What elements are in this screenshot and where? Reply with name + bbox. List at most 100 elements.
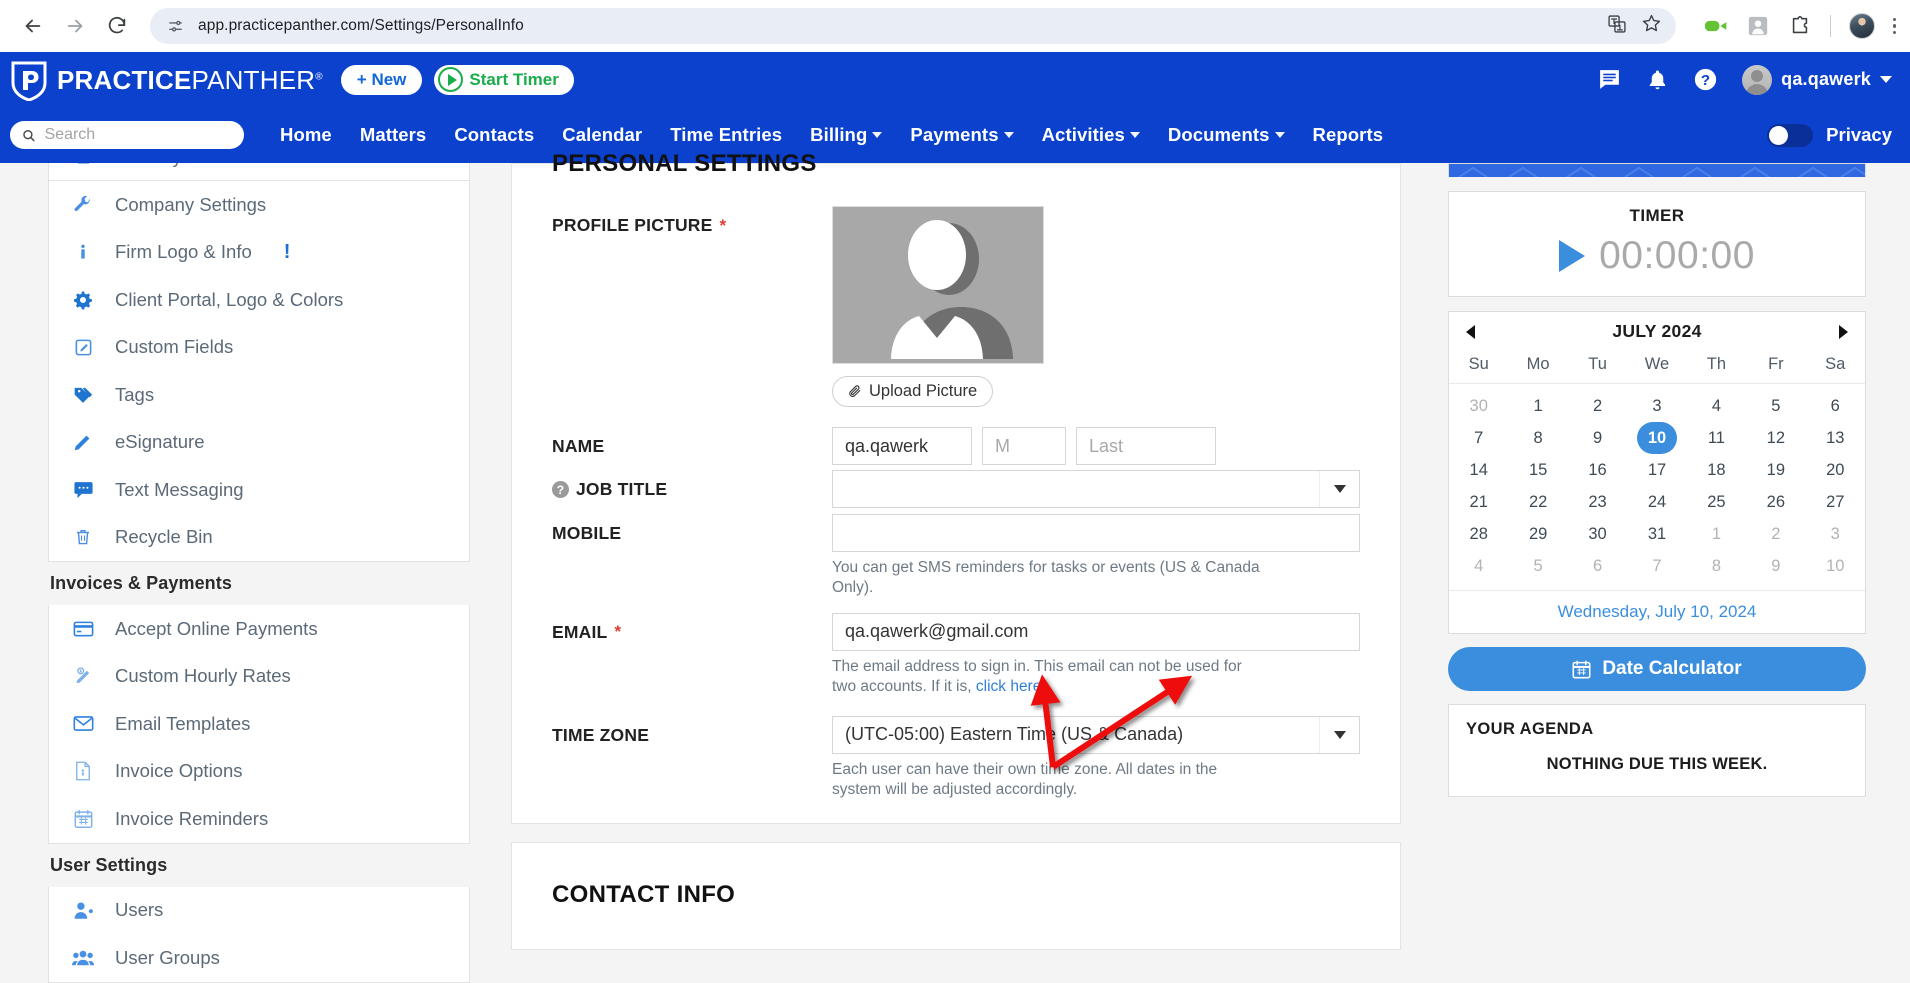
job-title-select[interactable]: [832, 470, 1360, 508]
calendar-day[interactable]: 9: [1568, 422, 1627, 454]
middle-name-input[interactable]: [982, 427, 1066, 465]
sidebar-item-text-messaging[interactable]: Text Messaging: [49, 466, 469, 514]
video-recorder-extension-icon[interactable]: [1704, 14, 1728, 38]
messages-icon[interactable]: [1597, 67, 1622, 92]
calendar-day[interactable]: 5: [1508, 550, 1567, 582]
calendar-day[interactable]: 25: [1687, 486, 1746, 518]
question-mark-icon[interactable]: ?: [552, 481, 569, 498]
promo-banner[interactable]: [1448, 163, 1866, 177]
nav-item-documents[interactable]: Documents: [1154, 124, 1299, 146]
nav-item-calendar[interactable]: Calendar: [548, 124, 656, 146]
calendar-day[interactable]: 10: [1806, 550, 1865, 582]
upload-picture-button[interactable]: Upload Picture: [832, 376, 994, 407]
sidebar-item-invoice-reminders[interactable]: Invoice Reminders: [49, 795, 469, 843]
calendar-day[interactable]: 16: [1568, 454, 1627, 486]
calendar-day[interactable]: 5: [1746, 390, 1805, 422]
calendar-day[interactable]: 3: [1806, 518, 1865, 550]
calendar-day[interactable]: 1: [1687, 518, 1746, 550]
nav-item-time-entries[interactable]: Time Entries: [656, 124, 796, 146]
nav-item-payments[interactable]: Payments: [896, 124, 1027, 146]
calendar-day[interactable]: 7: [1449, 422, 1508, 454]
calendar-day[interactable]: 3: [1627, 390, 1686, 422]
calendar-day[interactable]: 8: [1508, 422, 1567, 454]
sidebar-item-recycle-bin[interactable]: Recycle Bin: [49, 514, 469, 562]
calendar-day[interactable]: 6: [1806, 390, 1865, 422]
calendar-day[interactable]: 4: [1449, 550, 1508, 582]
calendar-day[interactable]: 20: [1806, 454, 1865, 486]
first-name-input[interactable]: [832, 427, 972, 465]
nav-item-contacts[interactable]: Contacts: [440, 124, 548, 146]
address-bar[interactable]: app.practicepanther.com/Settings/Persona…: [150, 8, 1676, 44]
privacy-toggle[interactable]: [1767, 123, 1814, 147]
chevron-right-icon[interactable]: [1839, 324, 1848, 339]
calendar-day[interactable]: 29: [1508, 518, 1567, 550]
calendar-day[interactable]: 30: [1568, 518, 1627, 550]
sidebar-item-users[interactable]: Users: [49, 887, 469, 935]
calendar-day[interactable]: 30: [1449, 390, 1508, 422]
screenshot-extension-icon[interactable]: [1746, 14, 1770, 38]
new-button[interactable]: + New: [340, 64, 423, 95]
bookmark-star-icon[interactable]: [1641, 13, 1662, 39]
calendar-day[interactable]: 8: [1687, 550, 1746, 582]
help-icon[interactable]: ?: [1693, 67, 1718, 92]
back-button[interactable]: [14, 7, 52, 45]
nav-item-billing[interactable]: Billing: [796, 124, 896, 146]
calendar-day[interactable]: 14: [1449, 454, 1508, 486]
calendar-day[interactable]: 7: [1627, 550, 1686, 582]
search-input[interactable]: [42, 125, 232, 145]
nav-item-matters[interactable]: Matters: [346, 124, 441, 146]
nav-item-reports[interactable]: Reports: [1299, 124, 1398, 146]
user-menu[interactable]: qa.qawerk: [1742, 64, 1892, 95]
chevron-left-icon[interactable]: [1466, 324, 1475, 339]
calendar-selected-date[interactable]: Wednesday, July 10, 2024: [1449, 590, 1865, 633]
calendar-day[interactable]: 1: [1508, 390, 1567, 422]
calendar-day[interactable]: 22: [1508, 486, 1567, 518]
click-here-link[interactable]: click here: [976, 678, 1041, 695]
sidebar-item-invoice-options[interactable]: Invoice Options: [49, 748, 469, 796]
sidebar-item-custom-fields[interactable]: Custom Fields: [49, 324, 469, 372]
calendar-day[interactable]: 15: [1508, 454, 1567, 486]
calendar-day[interactable]: 17: [1627, 454, 1686, 486]
bell-icon[interactable]: [1646, 67, 1669, 92]
calendar-day[interactable]: 2: [1568, 390, 1627, 422]
calendar-day[interactable]: 11: [1687, 422, 1746, 454]
mobile-input[interactable]: [832, 514, 1360, 552]
calendar-day[interactable]: 27: [1806, 486, 1865, 518]
calendar-day[interactable]: 18: [1687, 454, 1746, 486]
translate-icon[interactable]: [1607, 14, 1627, 39]
sidebar-item-user-groups[interactable]: User Groups: [49, 934, 469, 982]
practicepanther-logo[interactable]: PRACTICEPANTHER®: [10, 59, 323, 102]
search-box[interactable]: [10, 121, 244, 149]
calendar-day[interactable]: 12: [1746, 422, 1805, 454]
calendar-day[interactable]: 26: [1746, 486, 1805, 518]
last-name-input[interactable]: [1076, 427, 1216, 465]
sidebar-item-custom-hourly-rates[interactable]: Custom Hourly Rates: [49, 653, 469, 701]
calendar-day[interactable]: 28: [1449, 518, 1508, 550]
start-timer-button[interactable]: Start Timer: [434, 64, 574, 95]
sidebar-item-accept-online-payments[interactable]: Accept Online Payments: [49, 605, 469, 653]
calendar-day[interactable]: 31: [1627, 518, 1686, 550]
time-zone-select[interactable]: (UTC-05:00) Eastern Time (US & Canada): [832, 715, 1360, 754]
forward-button[interactable]: [56, 7, 94, 45]
site-settings-icon[interactable]: [164, 15, 186, 37]
sidebar-item-esignature[interactable]: eSignature: [49, 419, 469, 467]
chrome-menu-icon[interactable]: [1892, 17, 1896, 35]
sidebar-item-firm-logo-info[interactable]: Firm Logo & Info !: [49, 229, 469, 277]
sidebar-item-company-settings[interactable]: Company Settings: [49, 181, 469, 229]
calendar-day[interactable]: 23: [1568, 486, 1627, 518]
calendar-day[interactable]: 21: [1449, 486, 1508, 518]
sidebar-item-email-templates[interactable]: Email Templates: [49, 700, 469, 748]
calendar-day[interactable]: 24: [1627, 486, 1686, 518]
calendar-day[interactable]: 4: [1687, 390, 1746, 422]
email-input[interactable]: [832, 612, 1360, 651]
calendar-day[interactable]: 9: [1746, 550, 1805, 582]
sidebar-item-client-portal[interactable]: Client Portal, Logo & Colors: [49, 276, 469, 324]
play-icon[interactable]: [1559, 240, 1586, 272]
reload-button[interactable]: [98, 7, 136, 45]
calendar-day[interactable]: 19: [1746, 454, 1805, 486]
chrome-profile-avatar[interactable]: [1848, 13, 1875, 39]
calendar-day[interactable]: 13: [1806, 422, 1865, 454]
date-calculator-button[interactable]: Date Calculator: [1448, 647, 1866, 691]
calendar-day-today[interactable]: 10: [1627, 422, 1686, 454]
sidebar-item-security-passwords[interactable]: Security & Passwords: [49, 163, 469, 180]
